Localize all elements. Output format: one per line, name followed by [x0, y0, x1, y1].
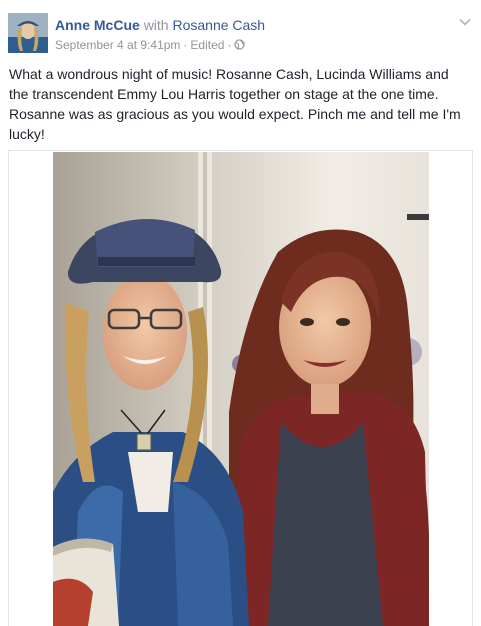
author-name-link[interactable]: Anne McCue	[55, 17, 140, 33]
with-label: with	[143, 17, 169, 33]
chevron-down-icon[interactable]	[458, 15, 472, 29]
edited-label[interactable]: Edited	[190, 38, 224, 52]
post-timestamp[interactable]: September 4 at 9:41pm	[55, 38, 180, 52]
tagged-person-link[interactable]: Rosanne Cash	[172, 17, 265, 33]
facebook-post: Anne McCue with Rosanne Cash September 4…	[0, 0, 481, 626]
author-avatar[interactable]	[8, 13, 48, 53]
globe-icon[interactable]	[234, 39, 246, 54]
post-photo[interactable]	[53, 152, 429, 626]
post-meta: September 4 at 9:41pm · Edited ·	[55, 38, 246, 54]
meta-separator: ·	[227, 38, 232, 52]
post-text: What a wondrous night of music! Rosanne …	[9, 66, 461, 142]
post-header: Anne McCue with Rosanne Cash	[55, 17, 265, 34]
meta-separator: ·	[183, 38, 188, 52]
